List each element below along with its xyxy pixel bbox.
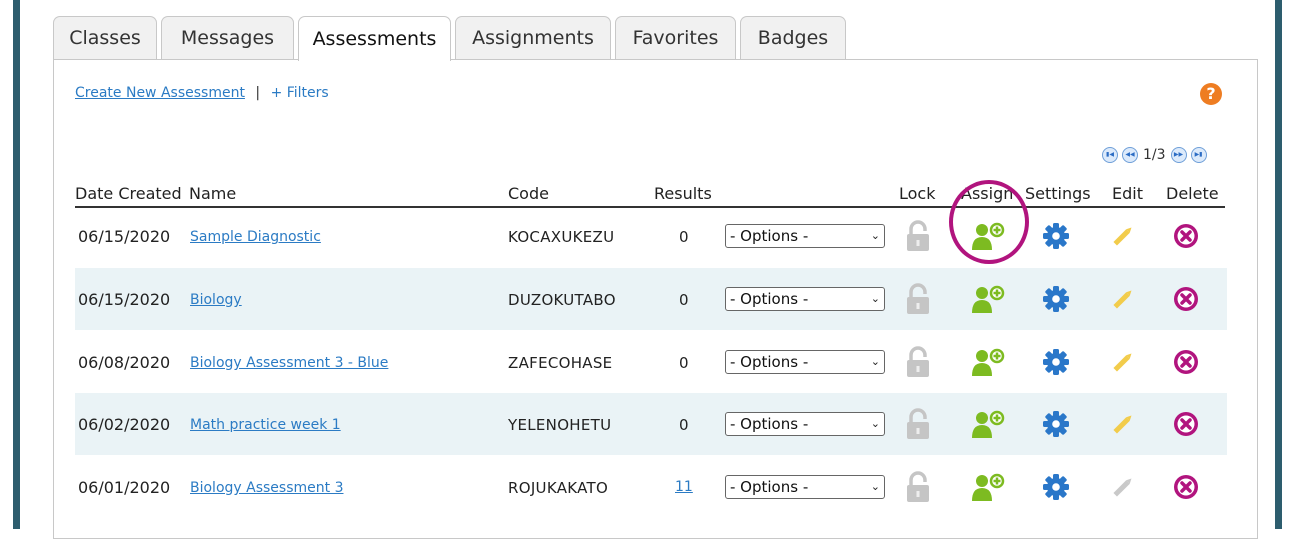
row-results: 0	[679, 291, 689, 309]
edit-pencil-icon[interactable]	[1108, 221, 1138, 255]
row-options-value: - Options -	[730, 290, 809, 308]
header-results[interactable]: Results	[654, 184, 712, 203]
table-row: 06/02/2020 Math practice week 1 YELENOHETU…	[75, 393, 1227, 455]
settings-gear-icon[interactable]	[1042, 222, 1070, 254]
delete-icon[interactable]	[1172, 410, 1200, 442]
row-results-link[interactable]: 11	[675, 479, 693, 495]
row-results: 0	[679, 354, 689, 372]
header-assign: Assign	[961, 184, 1014, 203]
row-options-select[interactable]: - Options - ⌄	[725, 475, 885, 499]
row-code: YELENOHETU	[508, 416, 612, 434]
lock-icon[interactable]	[905, 346, 931, 382]
table-row: 06/15/2020 Sample Diagnostic KOCAXUKEZU 0 - …	[75, 205, 1227, 267]
toolbar-links: Create New Assessment | + Filters	[75, 85, 329, 101]
row-date-created: 06/01/2020	[78, 478, 171, 497]
row-options-select[interactable]: - Options - ⌄	[725, 224, 885, 248]
edit-pencil-icon[interactable]	[1108, 347, 1138, 381]
table-row: 06/01/2020 Biology Assessment 3 ROJUKAKATO…	[75, 456, 1227, 518]
row-code: DUZOKUTABO	[508, 291, 616, 309]
settings-gear-icon[interactable]	[1042, 348, 1070, 380]
header-code[interactable]: Code	[508, 184, 549, 203]
edit-pencil-icon[interactable]	[1108, 409, 1138, 443]
chevron-down-icon: ⌄	[870, 292, 880, 305]
tab-messages[interactable]: Messages	[161, 16, 294, 59]
lock-icon[interactable]	[905, 220, 931, 256]
lock-icon[interactable]	[905, 471, 931, 507]
settings-gear-icon[interactable]	[1042, 410, 1070, 442]
table-row: 06/15/2020 Biology DUZOKUTABO 0 - Options - ⌄	[75, 268, 1227, 330]
tab-assignments[interactable]: Assignments	[455, 16, 611, 59]
row-options-value: - Options -	[730, 353, 809, 371]
assign-user-icon[interactable]	[972, 473, 1006, 505]
edit-pencil-icon[interactable]	[1108, 284, 1138, 318]
row-assessment-name-link[interactable]: Biology Assessment 3	[190, 480, 343, 496]
create-new-assessment-link[interactable]: Create New Assessment	[75, 85, 245, 101]
chevron-down-icon: ⌄	[870, 229, 880, 242]
row-options-value: - Options -	[730, 227, 809, 245]
delete-icon[interactable]	[1172, 222, 1200, 254]
toolbar-separator: |	[255, 85, 261, 101]
edit-pencil-icon	[1108, 472, 1138, 506]
row-assessment-name-link[interactable]: Math practice week 1	[190, 417, 341, 433]
last-page-icon[interactable]: ▶▮	[1190, 147, 1207, 163]
row-results: 0	[679, 228, 689, 246]
settings-gear-icon[interactable]	[1042, 285, 1070, 317]
filters-link[interactable]: + Filters	[271, 85, 329, 101]
chevron-down-icon: ⌄	[870, 480, 880, 493]
next-page-icon[interactable]: ▶▶	[1170, 147, 1187, 163]
row-code: ZAFECOHASE	[508, 354, 613, 372]
tab-bar: Classes Messages Assessments Assignments…	[53, 16, 850, 61]
assign-user-icon[interactable]	[972, 410, 1006, 442]
first-page-icon[interactable]: ▮◀	[1102, 147, 1118, 163]
row-date-created: 06/15/2020	[78, 290, 171, 309]
row-date-created: 06/08/2020	[78, 353, 171, 372]
row-assessment-name-link[interactable]: Biology	[190, 292, 242, 308]
chevron-down-icon: ⌄	[870, 355, 880, 368]
pagination: ▮◀ ◀◀ 1/3 ▶▶ ▶▮	[1100, 147, 1209, 163]
row-options-value: - Options -	[730, 478, 809, 496]
header-edit: Edit	[1112, 184, 1143, 203]
row-options-select[interactable]: - Options - ⌄	[725, 350, 885, 374]
row-options-value: - Options -	[730, 415, 809, 433]
tab-assessments[interactable]: Assessments	[298, 16, 451, 61]
row-assessment-name-link[interactable]: Biology Assessment 3 - Blue	[190, 355, 388, 371]
tab-favorites[interactable]: Favorites	[615, 16, 736, 59]
delete-icon[interactable]	[1172, 348, 1200, 380]
table-row: 06/08/2020 Biology Assessment 3 - Blue ZAF…	[75, 331, 1227, 393]
lock-icon[interactable]	[905, 283, 931, 319]
header-lock: Lock	[899, 184, 936, 203]
left-border-bar	[13, 0, 20, 529]
row-date-created: 06/02/2020	[78, 415, 171, 434]
tab-classes[interactable]: Classes	[53, 16, 157, 59]
assign-user-icon[interactable]	[972, 222, 1006, 254]
delete-icon[interactable]	[1172, 473, 1200, 505]
header-delete: Delete	[1166, 184, 1219, 203]
row-results: 0	[679, 416, 689, 434]
row-date-created: 06/15/2020	[78, 227, 171, 246]
settings-gear-icon[interactable]	[1042, 473, 1070, 505]
tab-badges[interactable]: Badges	[740, 16, 846, 59]
chevron-down-icon: ⌄	[870, 417, 880, 430]
right-border-bar	[1275, 0, 1282, 529]
assign-user-icon[interactable]	[972, 285, 1006, 317]
row-code: KOCAXUKEZU	[508, 228, 615, 246]
delete-icon[interactable]	[1172, 285, 1200, 317]
page-indicator: 1/3	[1143, 147, 1166, 163]
question-icon[interactable]: ?	[1200, 83, 1222, 105]
header-name[interactable]: Name	[189, 184, 236, 203]
row-assessment-name-link[interactable]: Sample Diagnostic	[190, 229, 321, 245]
previous-page-icon[interactable]: ◀◀	[1122, 147, 1138, 163]
row-code: ROJUKAKATO	[508, 479, 609, 497]
row-options-select[interactable]: - Options - ⌄	[725, 287, 885, 311]
header-date-created[interactable]: Date Created	[75, 184, 182, 203]
header-settings: Settings	[1025, 184, 1091, 203]
assign-user-icon[interactable]	[972, 348, 1006, 380]
lock-icon[interactable]	[905, 408, 931, 444]
row-options-select[interactable]: - Options - ⌄	[725, 412, 885, 436]
